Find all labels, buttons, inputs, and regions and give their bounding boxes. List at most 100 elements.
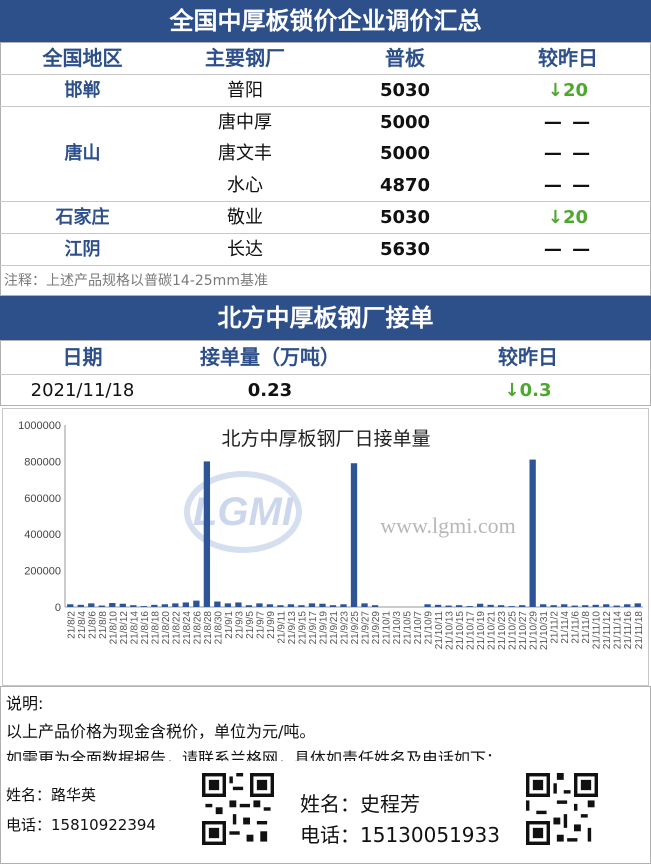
x-tick-label: 21/10/9 <box>424 611 435 645</box>
chart-bar <box>77 604 84 607</box>
chart-bar <box>518 605 526 607</box>
chart-bar <box>214 601 221 607</box>
price-change: — — <box>543 175 593 196</box>
orders-chart: LGMI www.lgmi.com 北方中厚板钢厂日接单量 0 200000 400… <box>2 408 649 686</box>
x-tick-label: 21/10/7 <box>413 611 424 645</box>
price-change: — — <box>543 239 593 260</box>
chart-bar <box>193 600 200 607</box>
y-tick-label: 1000000 <box>18 420 61 432</box>
x-tick-label: 21/9/21 <box>329 611 340 645</box>
chart-bar <box>371 605 379 607</box>
chart-bar <box>98 605 105 607</box>
plate-price: 4870 <box>379 175 431 196</box>
info-line-1: 以上产品价格为现金含税价，单位为元/吨。 <box>6 722 316 741</box>
chart-bar <box>287 604 295 607</box>
x-tick-label: 21/9/9 <box>266 611 277 639</box>
header-plant: 主要钢厂 <box>205 46 285 70</box>
x-tick-label: 21/10/27 <box>518 611 529 650</box>
chart-bar <box>224 603 232 607</box>
header-amount: 接单量（万吨） <box>200 345 340 369</box>
chart-bar <box>308 603 316 607</box>
chart-bar <box>245 605 253 607</box>
plant-name: 水心 <box>227 175 263 196</box>
divider <box>0 265 651 266</box>
x-tick-label: 21/8/16 <box>140 611 151 645</box>
plant-name: 长达 <box>227 239 263 260</box>
chart-bar <box>203 461 211 607</box>
chart-bar <box>266 604 274 607</box>
x-tick-label: 21/10/21 <box>487 611 498 650</box>
x-tick-label: 21/10/5 <box>403 611 414 645</box>
x-tick-label: 21/11/4 <box>560 611 571 644</box>
y-tick-label: 0 <box>55 602 61 614</box>
x-tick-label: 21/10/13 <box>445 611 456 650</box>
chart-bar <box>182 602 190 607</box>
contact1-phone: 电话：15810922394 <box>6 816 156 834</box>
chart-bar <box>140 606 147 607</box>
x-tick-label: 21/11/6 <box>571 611 582 644</box>
order-date: 2021/11/18 <box>30 380 135 401</box>
x-tick-label: 21/10/15 <box>455 611 466 650</box>
header-region: 全国地区 <box>42 46 123 70</box>
x-tick-label: 21/8/4 <box>77 611 88 639</box>
chart-bar <box>508 606 515 607</box>
x-tick-label: 21/8/2 <box>66 611 77 639</box>
chart-bar <box>455 605 463 607</box>
plate-price: 5030 <box>379 207 431 228</box>
summary-title: 全国中厚板锁价企业调价汇总 <box>0 0 651 42</box>
region-handan: 邯郸 <box>64 80 101 101</box>
x-tick-label: 21/8/14 <box>129 611 140 645</box>
header-date: 日期 <box>62 345 103 369</box>
chart-bar <box>361 603 368 607</box>
chart-bar <box>634 603 641 607</box>
header-change: 较昨日 <box>538 46 598 70</box>
chart-bar <box>340 604 347 607</box>
plate-price: 5000 <box>379 143 431 164</box>
order-change: ↓0.3 <box>504 380 552 401</box>
x-tick-label: 21/9/13 <box>287 611 298 645</box>
x-tick-label: 21/10/29 <box>529 611 540 650</box>
x-tick-label: 21/8/28 <box>203 611 214 645</box>
chart-bar <box>329 605 337 607</box>
chart-bar <box>235 602 242 607</box>
x-tick-label: 21/10/23 <box>497 611 508 650</box>
x-tick-label: 21/10/1 <box>382 611 393 645</box>
price-change: — — <box>543 112 593 133</box>
x-tick-label: 21/11/18 <box>634 611 645 650</box>
chart-bar <box>161 604 168 607</box>
x-tick-label: 21/10/19 <box>476 611 487 650</box>
x-tick-label: 21/11/16 <box>623 611 634 650</box>
x-tick-label: 21/8/22 <box>171 611 182 645</box>
x-tick-label: 21/9/7 <box>255 611 266 639</box>
plant-name: 敬业 <box>227 207 263 228</box>
order-amount: 0.23 <box>247 380 293 401</box>
y-tick-label: 600000 <box>24 493 61 505</box>
plant-name: 唐文丰 <box>218 143 272 164</box>
x-tick-label: 21/10/17 <box>466 611 477 650</box>
price-change: ↓20 <box>547 207 589 228</box>
region-shijiazhuang: 石家庄 <box>55 207 110 228</box>
contact2-phone: 电话：15130051933 <box>300 823 500 847</box>
chart-bar <box>529 459 536 607</box>
x-tick-label: 21/9/29 <box>371 611 382 645</box>
x-tick-label: 21/11/10 <box>592 611 603 650</box>
chart-bar <box>487 604 494 607</box>
x-tick-label: 21/10/25 <box>508 611 519 650</box>
x-tick-label: 21/8/24 <box>182 611 193 645</box>
y-tick-label: 200000 <box>24 566 61 578</box>
price-change: — — <box>543 143 593 164</box>
x-tick-label: 21/9/17 <box>308 611 319 645</box>
chart-bar <box>298 605 305 607</box>
orders-bar-chart: LGMI www.lgmi.com 北方中厚板钢厂日接单量 0200000400… <box>18 420 645 650</box>
plant-name: 普阳 <box>227 80 263 101</box>
chart-bar <box>277 605 284 607</box>
orders-title: 北方中厚板钢厂接单 <box>0 296 651 340</box>
chart-bar <box>109 603 116 607</box>
y-tick-label: 800000 <box>24 456 61 468</box>
x-tick-label: 21/9/27 <box>361 611 372 645</box>
chart-bar <box>434 604 442 607</box>
x-tick-label: 21/9/25 <box>350 611 361 645</box>
qr-code-icon <box>526 773 598 845</box>
x-tick-label: 21/8/8 <box>98 611 109 639</box>
region-tangshan: 唐山 <box>64 143 101 164</box>
